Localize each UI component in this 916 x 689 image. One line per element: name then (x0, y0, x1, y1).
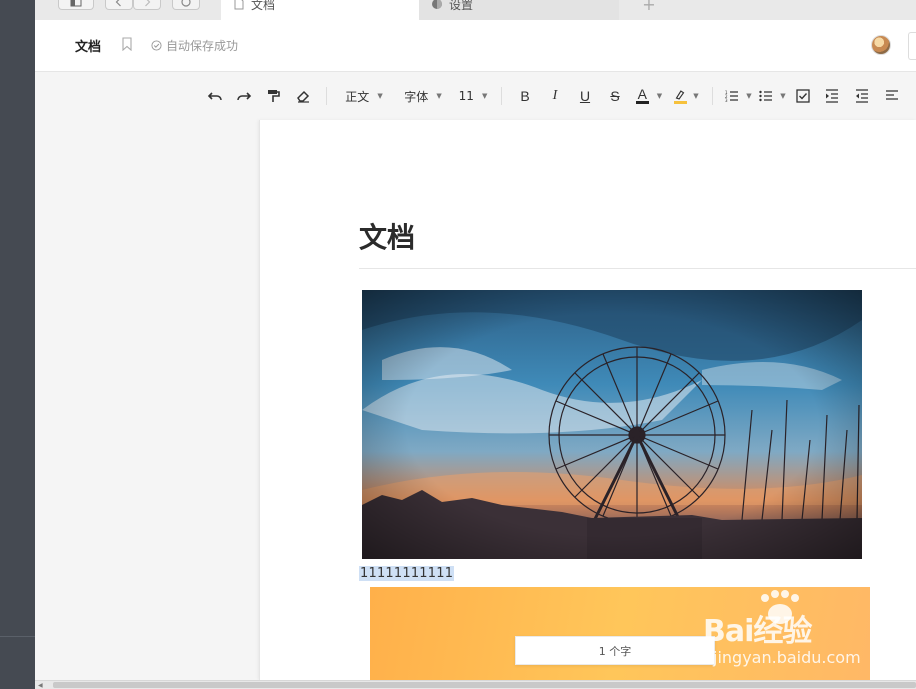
format-painter-button[interactable] (258, 84, 288, 108)
eraser-icon (297, 90, 310, 103)
indent-icon (826, 89, 838, 103)
font-color-icon: A (635, 86, 649, 104)
refresh-button[interactable] (172, 0, 200, 10)
chevron-right-icon (145, 0, 151, 6)
outdent-button[interactable] (847, 84, 877, 108)
font-color-swatch (635, 101, 649, 104)
tab-document[interactable]: 文档 (221, 0, 419, 20)
tab-document-label: 文档 (251, 0, 276, 12)
forward-button[interactable] (133, 0, 161, 10)
undo-button[interactable] (200, 84, 230, 108)
tab-settings[interactable]: 设置 (419, 0, 619, 20)
chevron-down-icon: ▼ (780, 92, 786, 100)
clear-format-button[interactable] (288, 84, 318, 108)
horizontal-scrollbar[interactable]: ◀ (35, 680, 916, 689)
chevron-left-icon (115, 0, 121, 6)
ordered-list-button[interactable]: 123 ▼ (721, 84, 755, 108)
chevron-down-icon: ▼ (436, 92, 442, 100)
document-name[interactable]: 文档 (75, 36, 101, 55)
plus-icon: + (642, 0, 656, 14)
share-button-edge[interactable] (908, 32, 916, 60)
checklist-button[interactable] (789, 84, 817, 108)
italic-icon: I (552, 88, 558, 103)
format-toolbar: 正文 ▼ 字体 ▼ 11 ▼ B I U S A ▼ ▼ 123 ▼ ▼ (200, 83, 907, 109)
sidebar-toggle-button[interactable] (58, 0, 94, 10)
scroll-left-icon[interactable]: ◀ (38, 682, 43, 689)
redo-icon (237, 92, 252, 101)
chevron-down-icon: ▼ (746, 92, 752, 100)
bold-icon: B (520, 88, 530, 104)
highlighter-icon (673, 89, 687, 104)
watermark-url: jingyan.baidu.com (713, 648, 861, 667)
font-size-dropdown[interactable]: 11 ▼ (453, 84, 493, 108)
scrollbar-thumb[interactable] (53, 682, 916, 688)
chevron-down-icon: ▼ (693, 92, 699, 100)
watermark-brand: Bai经验 (703, 614, 812, 649)
avatar[interactable] (871, 35, 891, 55)
word-count-text: 1 个字 (598, 644, 632, 658)
indent-button[interactable] (817, 84, 847, 108)
save-status-text: 自动保存成功 (166, 39, 239, 53)
bullet-list-icon (759, 90, 773, 102)
save-status: 自动保存成功 (151, 37, 238, 54)
tab-settings-label: 设置 (449, 0, 474, 12)
refresh-icon (181, 0, 191, 7)
typed-text[interactable]: 11111111111 (359, 566, 455, 581)
bullet-list-button[interactable]: ▼ (755, 84, 789, 108)
paint-roller-icon (268, 90, 280, 102)
align-left-icon (886, 90, 898, 100)
baidu-watermark: Bai经验 jingyan.baidu.com (703, 590, 903, 670)
bold-button[interactable]: B (510, 84, 540, 108)
chevron-down-icon: ▼ (377, 92, 383, 100)
sidebar-divider (0, 636, 35, 637)
font-color-button[interactable]: A ▼ (630, 84, 668, 108)
outdent-icon (856, 89, 868, 103)
redo-button[interactable] (230, 84, 258, 108)
underline-icon: U (579, 88, 591, 104)
paragraph-style-label: 正文 (345, 89, 370, 104)
underline-button[interactable]: U (570, 84, 600, 108)
toolbar-divider (501, 87, 502, 105)
align-left-button[interactable] (877, 84, 907, 108)
paragraph-style-dropdown[interactable]: 正文 ▼ (335, 84, 393, 108)
tab-strip: 文档 设置 + (35, 0, 916, 20)
toolbar-divider (326, 87, 327, 105)
highlight-button[interactable]: ▼ (668, 84, 704, 108)
highlight-swatch (673, 100, 687, 104)
ordered-list-icon: 123 (725, 90, 739, 103)
font-family-label: 字体 (404, 89, 429, 104)
strikethrough-icon: S (610, 88, 620, 104)
panel-icon (70, 0, 82, 6)
left-sidebar (0, 0, 35, 689)
title-divider (359, 268, 916, 269)
font-size-label: 11 (458, 89, 474, 103)
page-title[interactable]: 文档 (359, 216, 415, 256)
checkbox-icon (796, 89, 810, 103)
word-count-badge: 1 个字 (515, 636, 715, 665)
svg-text:3: 3 (725, 98, 728, 103)
strikethrough-button[interactable]: S (600, 84, 630, 108)
ferris-wheel-photo (362, 290, 862, 559)
document-header: 文档 自动保存成功 (35, 20, 916, 72)
settings-icon (432, 0, 442, 9)
check-circle-icon (151, 40, 162, 51)
italic-button[interactable]: I (540, 84, 570, 108)
bookmark-icon[interactable] (121, 37, 133, 51)
font-color-letter: A (637, 86, 647, 102)
back-button[interactable] (105, 0, 133, 10)
toolbar-divider (712, 87, 713, 105)
font-family-dropdown[interactable]: 字体 ▼ (393, 84, 453, 108)
new-tab-button[interactable]: + (639, 0, 659, 14)
ferris-wheel-image[interactable] (362, 290, 862, 559)
undo-icon (207, 92, 222, 101)
chevron-down-icon: ▼ (656, 92, 663, 100)
document-icon (234, 0, 244, 10)
chevron-down-icon: ▼ (481, 92, 488, 100)
